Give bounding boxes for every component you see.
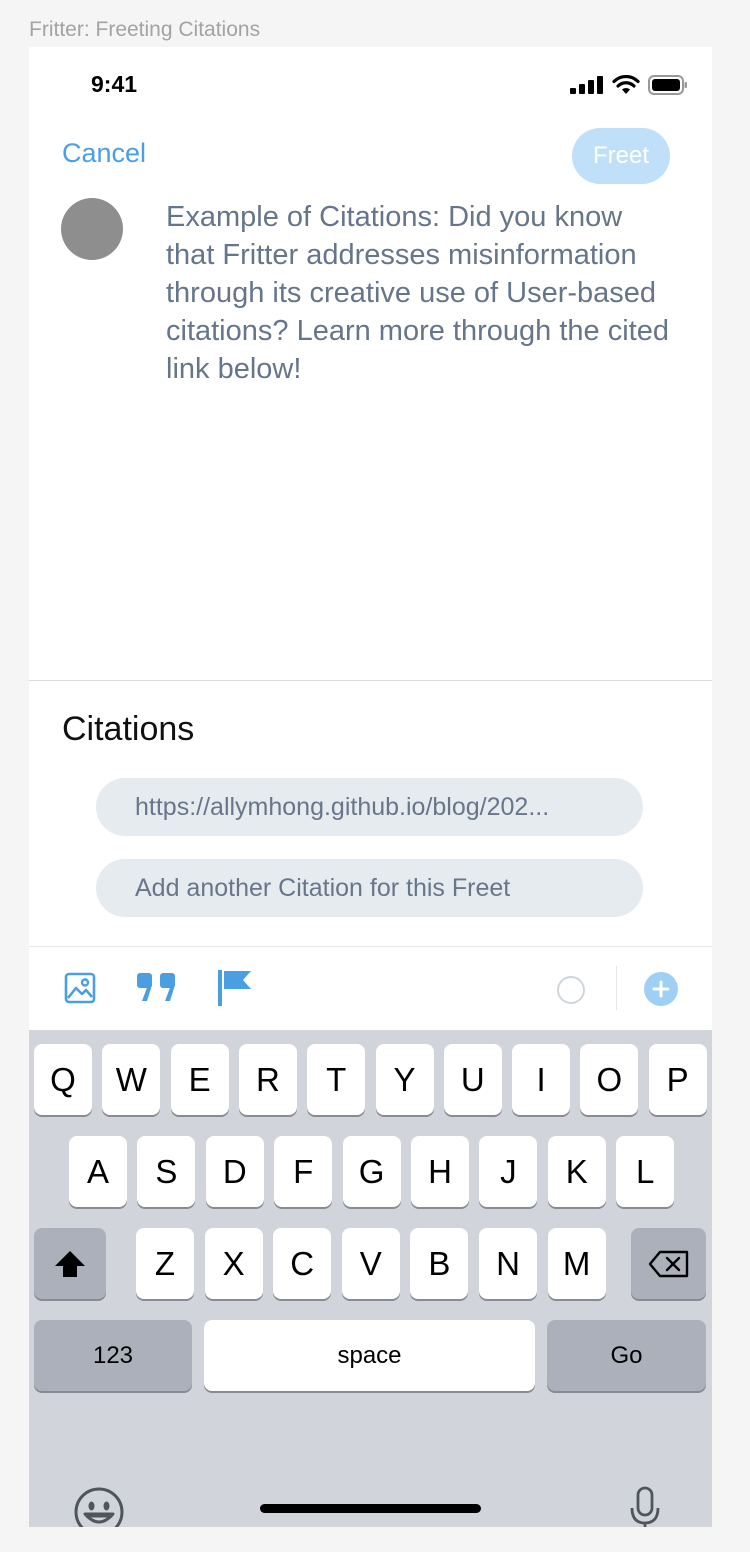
flag-icon[interactable] xyxy=(216,968,254,1008)
shift-icon xyxy=(55,1250,85,1277)
key-e[interactable]: E xyxy=(170,1044,229,1115)
key-s[interactable]: S xyxy=(137,1136,196,1207)
freet-text-input[interactable]: Example of Citations: Did you know that … xyxy=(166,198,676,388)
phone-screen: 9:41 Cancel Freet Example of Citations: … xyxy=(29,47,712,1527)
key-r[interactable]: R xyxy=(238,1044,297,1115)
delete-key[interactable] xyxy=(631,1228,706,1299)
key-u[interactable]: U xyxy=(443,1044,502,1115)
go-key[interactable]: Go xyxy=(547,1320,706,1391)
avatar xyxy=(61,198,123,260)
add-citation-field[interactable]: Add another Citation for this Freet xyxy=(96,859,643,917)
key-i[interactable]: I xyxy=(512,1044,571,1115)
numbers-key[interactable]: 123 xyxy=(34,1320,192,1391)
key-o[interactable]: O xyxy=(580,1044,639,1115)
key-n[interactable]: N xyxy=(479,1228,537,1299)
key-k[interactable]: K xyxy=(547,1136,606,1207)
key-p[interactable]: P xyxy=(648,1044,707,1115)
key-y[interactable]: Y xyxy=(375,1044,434,1115)
key-j[interactable]: J xyxy=(479,1136,538,1207)
progress-ring-icon xyxy=(557,976,585,1004)
cellular-signal-icon xyxy=(570,76,603,94)
key-t[interactable]: T xyxy=(307,1044,366,1115)
key-f[interactable]: F xyxy=(274,1136,333,1207)
key-m[interactable]: M xyxy=(547,1228,606,1299)
key-x[interactable]: X xyxy=(204,1228,263,1299)
key-z[interactable]: Z xyxy=(136,1228,194,1299)
quote-icon[interactable] xyxy=(136,972,178,1002)
key-d[interactable]: D xyxy=(205,1136,264,1207)
emoji-icon[interactable] xyxy=(73,1486,125,1527)
microphone-icon[interactable] xyxy=(629,1486,661,1527)
key-a[interactable]: A xyxy=(69,1136,127,1207)
citation-field[interactable]: https://allymhong.github.io/blog/202... xyxy=(96,778,643,836)
cancel-button[interactable]: Cancel xyxy=(62,138,146,169)
keyboard: QWERTYUIOP ASDFGHJKL ZXCVBNM 123 space G… xyxy=(29,1030,712,1527)
key-l[interactable]: L xyxy=(616,1136,675,1207)
citations-heading: Citations xyxy=(62,710,195,748)
divider xyxy=(29,946,712,947)
wifi-icon xyxy=(612,75,640,94)
battery-icon xyxy=(648,75,687,95)
key-g[interactable]: G xyxy=(342,1136,401,1207)
add-icon[interactable] xyxy=(644,972,678,1006)
key-q[interactable]: Q xyxy=(34,1044,92,1115)
home-indicator xyxy=(260,1504,481,1513)
backspace-icon xyxy=(648,1250,688,1277)
freet-button[interactable]: Freet xyxy=(572,128,670,184)
status-time: 9:41 xyxy=(91,71,138,97)
key-h[interactable]: H xyxy=(411,1136,469,1207)
divider xyxy=(29,680,712,681)
key-b[interactable]: B xyxy=(410,1228,469,1299)
image-icon[interactable] xyxy=(64,972,96,1004)
status-icons xyxy=(570,75,688,95)
frame-title: Fritter: Freeting Citations xyxy=(29,18,261,41)
shift-key[interactable] xyxy=(34,1228,106,1299)
key-v[interactable]: V xyxy=(341,1228,400,1299)
toolbar-separator xyxy=(616,966,617,1010)
key-w[interactable]: W xyxy=(102,1044,161,1115)
space-key[interactable]: space xyxy=(204,1320,535,1391)
key-c[interactable]: C xyxy=(273,1228,332,1299)
